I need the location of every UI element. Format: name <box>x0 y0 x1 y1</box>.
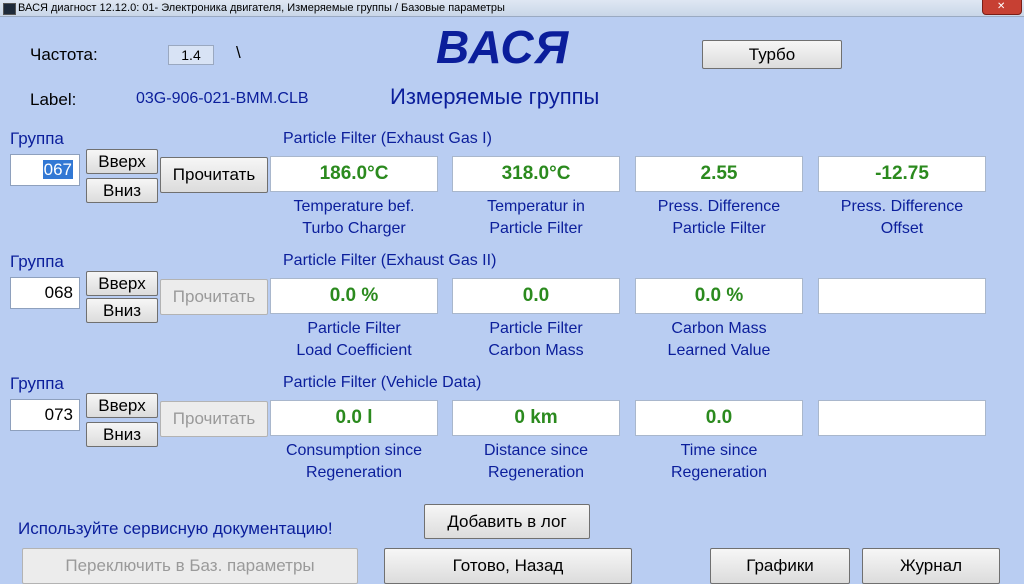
field-caption: Press. Difference Offset <box>840 198 964 237</box>
done-back-button[interactable]: Готово, Назад <box>384 548 632 584</box>
app-icon <box>3 3 16 15</box>
page-title: Измеряемые группы <box>390 84 600 109</box>
group-label: Группа <box>10 252 64 271</box>
group-number-input[interactable]: 068 <box>10 277 80 309</box>
group-label: Группа <box>10 129 64 148</box>
value-field: 186.0°C <box>270 156 438 192</box>
value-field: 0 km <box>452 400 620 436</box>
switch-basic-params-button[interactable]: Переключить в Баз. параметры <box>22 548 358 584</box>
activity-spinner: \ <box>236 43 241 62</box>
group-down-button[interactable]: Вниз <box>86 298 158 323</box>
group-down-button[interactable]: Вниз <box>86 422 158 447</box>
window-title: ВАСЯ диагност 12.12.0: 01- Электроника д… <box>18 2 505 14</box>
read-button[interactable]: Прочитать <box>160 279 268 315</box>
group-up-button[interactable]: Вверх <box>86 271 158 296</box>
group-title: Particle Filter (Vehicle Data) <box>283 374 482 391</box>
field-caption: Carbon Mass Learned Value <box>667 320 771 359</box>
app-logo: ВАСЯ <box>436 21 570 73</box>
group-label: Группа <box>10 374 64 393</box>
value-field: 0.0 <box>635 400 803 436</box>
frequency-label: Частота: <box>30 45 98 64</box>
label-label: Label: <box>30 90 77 109</box>
turbo-button[interactable]: Турбо <box>702 40 842 69</box>
field-caption: Temperatur in Particle Filter <box>487 198 585 237</box>
group-title: Particle Filter (Exhaust Gas II) <box>283 252 497 269</box>
close-icon[interactable] <box>982 0 1022 15</box>
label-file: 03G-906-021-BMM.CLB <box>136 90 309 107</box>
value-field: 318.0°C <box>452 156 620 192</box>
field-caption: Particle Filter Carbon Mass <box>488 320 584 359</box>
value-field: -12.75 <box>818 156 986 192</box>
add-to-log-button[interactable]: Добавить в лог <box>424 504 590 539</box>
group-title: Particle Filter (Exhaust Gas I) <box>283 130 492 147</box>
value-field: 2.55 <box>635 156 803 192</box>
value-field <box>818 278 986 314</box>
frequency-value: 1.4 <box>168 45 214 65</box>
title-bar: ВАСЯ диагност 12.12.0: 01- Электроника д… <box>0 0 1024 17</box>
value-field: 0.0 % <box>635 278 803 314</box>
field-caption: Consumption since Regeneration <box>285 442 423 481</box>
group-down-button[interactable]: Вниз <box>86 178 158 203</box>
journal-button[interactable]: Журнал <box>862 548 1000 584</box>
value-field <box>818 400 986 436</box>
value-field: 0.0 % <box>270 278 438 314</box>
service-notice: Используйте сервисную документацию! <box>18 519 333 538</box>
field-caption: Temperature bef. Turbo Charger <box>293 198 415 237</box>
field-caption: Particle Filter Load Coefficient <box>296 320 412 359</box>
group-up-button[interactable]: Вверх <box>86 393 158 418</box>
value-field: 0.0 l <box>270 400 438 436</box>
field-caption: Press. Difference Particle Filter <box>657 198 781 237</box>
value-field: 0.0 <box>452 278 620 314</box>
group-number-input[interactable]: 073 <box>10 399 80 431</box>
graphs-button[interactable]: Графики <box>710 548 850 584</box>
group-number-value: 067 <box>42 160 73 179</box>
read-button[interactable]: Прочитать <box>160 401 268 437</box>
field-caption: Time since Regeneration <box>670 442 768 481</box>
group-up-button[interactable]: Вверх <box>86 149 158 174</box>
read-button[interactable]: Прочитать <box>160 157 268 193</box>
field-caption: Distance since Regeneration <box>483 442 589 481</box>
group-number-input[interactable]: 067 <box>10 154 80 186</box>
